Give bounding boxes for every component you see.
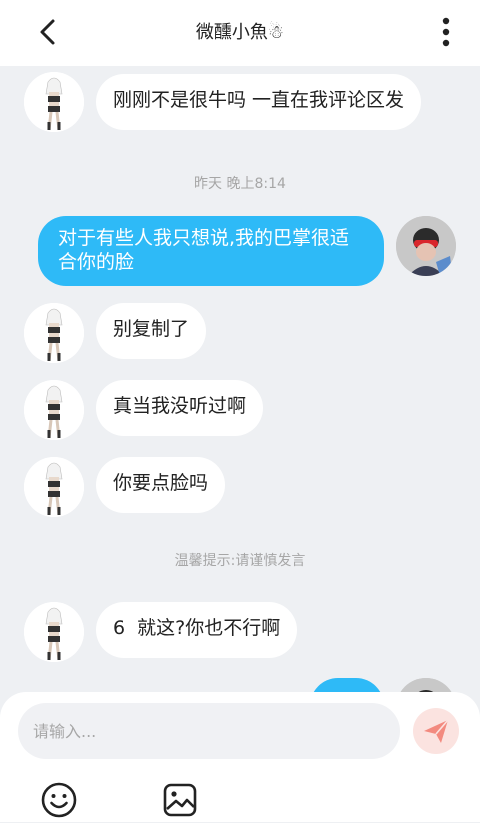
anime-girl-avatar-icon [24,602,84,662]
chat-header: 微醺小魚☃ [0,0,480,66]
contact-avatar[interactable] [24,72,84,132]
contact-avatar[interactable] [24,457,84,517]
contact-avatar[interactable] [24,303,84,363]
more-vertical-icon [442,17,450,47]
my-avatar[interactable] [396,678,456,692]
anime-girl-avatar-icon [24,72,84,132]
message-bubble-received[interactable]: 真当我没听过啊 [96,380,264,436]
anime-girl-avatar-icon [24,380,84,440]
message-bubble-sent[interactable]: 对于有些人我只想说,我的巴掌很适合你的脸 [38,216,384,286]
send-icon [424,719,449,743]
emoji-icon [41,782,77,818]
timestamp-label: 昨天 晚上8:14 [194,176,286,192]
image-button[interactable] [161,781,199,819]
more-options-button[interactable] [432,16,460,50]
chat-title: 微醺小魚☃ [195,22,285,43]
anime-girl-avatar-icon [24,303,84,363]
message-bubble-received[interactable]: 你要点脸吗 [96,457,226,513]
message-bubble-sent-partial[interactable] [310,678,384,692]
message-bubble-received[interactable]: 刚刚不是很牛吗 一直在我评论区发 [96,74,422,130]
my-avatar[interactable] [396,216,456,276]
contact-avatar[interactable] [24,380,84,440]
user-avatar-icon [396,678,456,692]
message-text: 刚刚不是很牛吗 一直在我评论区发 [113,89,405,111]
message-text: 6 就这?你也不行啊 [113,617,281,639]
chat-message-list[interactable]: 刚刚不是很牛吗 一直在我评论区发 昨天 晚上8:14 对于有些人我只想说,我的巴… [0,66,480,692]
message-text: 别复制了 [113,318,190,340]
contact-avatar[interactable] [24,602,84,662]
anime-girl-avatar-icon [24,457,84,517]
user-avatar-icon [396,216,456,276]
notice-label: 温馨提示:请谨慎发言 [174,553,306,569]
message-bubble-received[interactable]: 6 就这?你也不行啊 [96,602,298,658]
message-input[interactable] [18,703,400,759]
send-button[interactable] [413,708,459,754]
message-text: 对于有些人我只想说,我的巴掌很适合你的脸 [58,227,350,273]
message-text: 你要点脸吗 [113,472,209,494]
emoji-button[interactable] [40,781,78,819]
message-composer [0,692,480,822]
image-icon [163,783,197,817]
message-bubble-received[interactable]: 别复制了 [96,303,207,359]
message-text: 真当我没听过啊 [113,395,247,417]
